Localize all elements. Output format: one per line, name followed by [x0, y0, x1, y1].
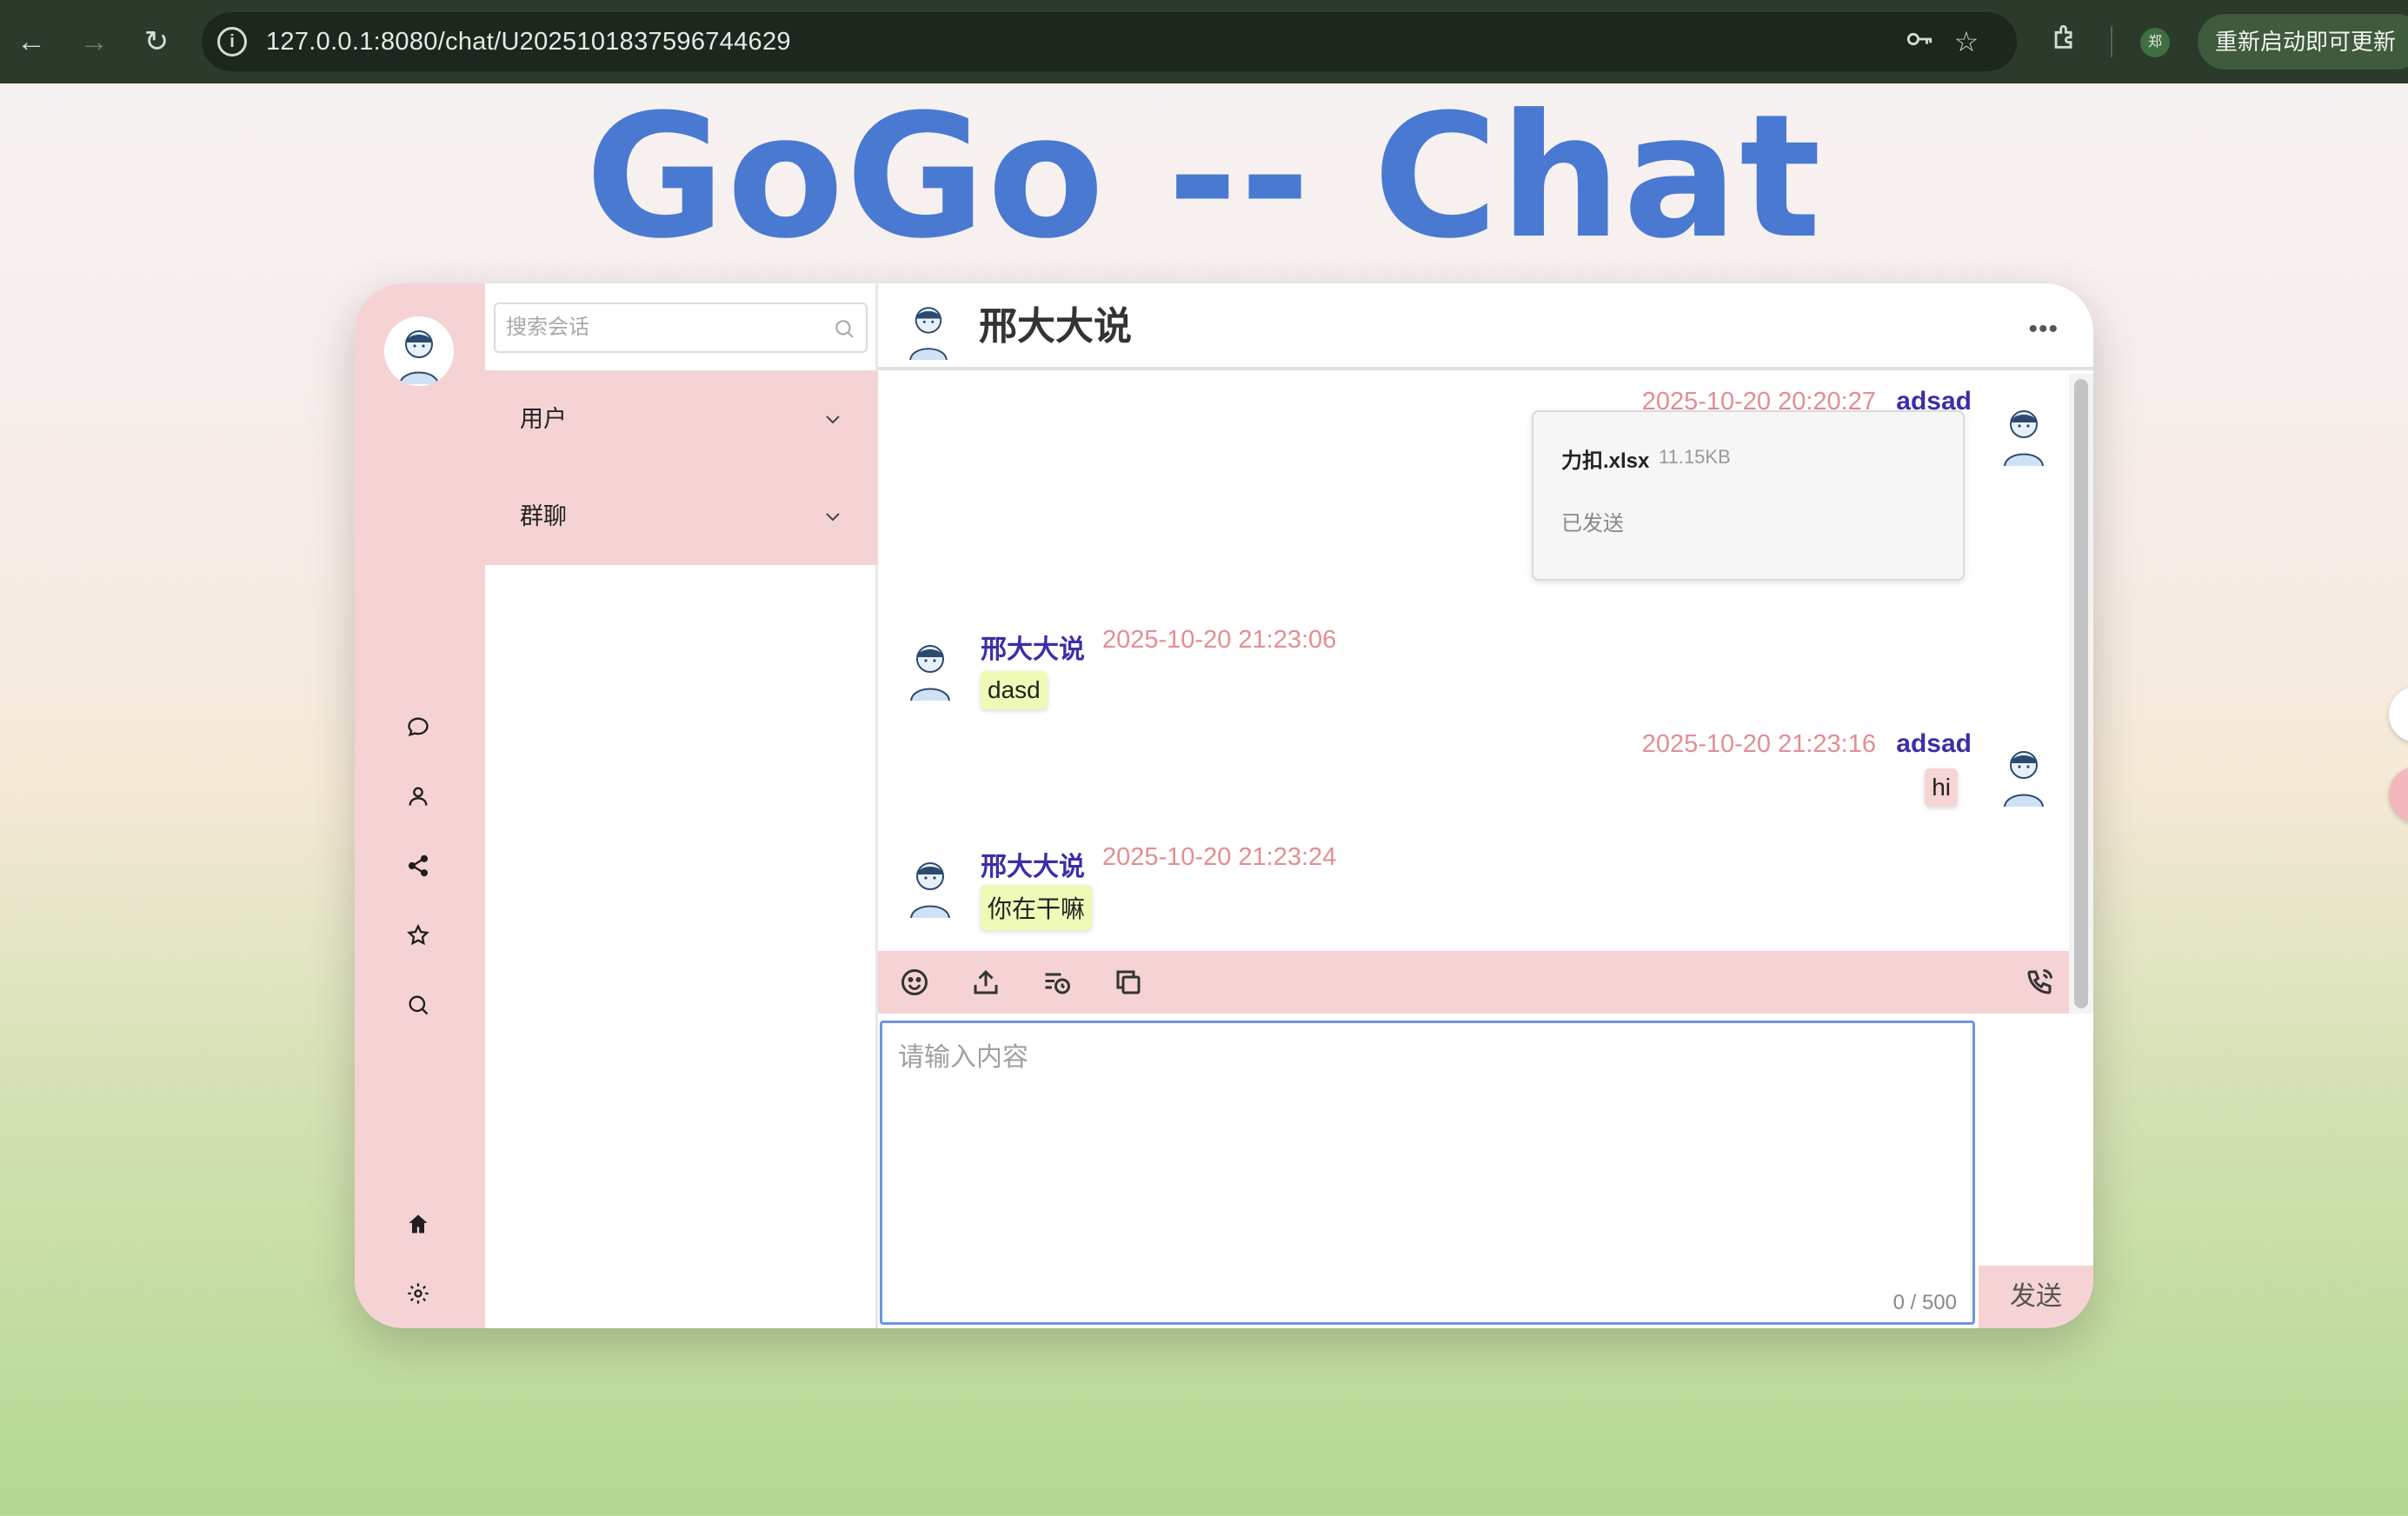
user-icon[interactable]	[401, 779, 436, 814]
star-icon[interactable]: ☆	[1949, 24, 1984, 59]
browser-toolbar: ← → ↻ i 127.0.0.1:8080/chat/U20251018375…	[0, 0, 2408, 83]
history-icon[interactable]	[1041, 967, 1073, 998]
search-input[interactable]	[496, 304, 808, 351]
emoji-icon[interactable]	[899, 967, 930, 998]
sender-name: 邢大大说	[981, 853, 1085, 881]
chat-panel: 邢大大说 ••• 2025-10-20 20:20:27 adsad 力扣.xl…	[878, 283, 2093, 1328]
message-incoming: 邢大大说 2025-10-20 21:23:06 dasd	[878, 626, 2069, 721]
info-icon[interactable]: i	[217, 27, 247, 57]
toolbar-divider	[2111, 26, 2112, 57]
char-counter: 0 / 500	[1892, 1291, 1957, 1314]
file-name: 力扣.xlsx	[1561, 449, 1650, 473]
message-bubble[interactable]: dasd	[981, 671, 1048, 709]
message-time: 2025-10-20 21:23:06	[1102, 626, 1337, 654]
group-users[interactable]: 用户	[485, 370, 878, 468]
chat-app: 用户 群聊 邢大大说 ••• 2025-10-20	[355, 283, 2093, 1328]
user-avatar[interactable]	[384, 316, 454, 386]
upload-icon[interactable]	[970, 967, 1001, 998]
message-time: 2025-10-20 21:23:24	[1102, 843, 1337, 871]
home-icon[interactable]	[401, 1207, 436, 1241]
floating-side-tab[interactable]	[2389, 767, 2408, 822]
search-icon[interactable]	[833, 317, 855, 340]
floating-side-tab[interactable]	[2389, 687, 2408, 742]
gear-icon[interactable]	[401, 1276, 436, 1311]
group-label: 用户	[520, 406, 567, 432]
update-button[interactable]: 重新启动即可更新	[2198, 14, 2408, 70]
message-bubble[interactable]: hi	[1925, 768, 1958, 807]
conversation-groups: 用户 群聊	[485, 370, 878, 565]
message-input-area[interactable]: 0 / 500	[880, 1021, 1975, 1325]
conversation-search[interactable]	[494, 303, 868, 353]
back-icon[interactable]: ←	[10, 21, 52, 63]
chevron-down-icon	[826, 416, 840, 424]
file-status: 已发送	[1561, 512, 1624, 535]
message-outgoing: 2025-10-20 20:20:27 adsad 力扣.xlsx 11.15K…	[878, 374, 2069, 600]
more-icon[interactable]: •••	[2028, 315, 2059, 344]
conversation-panel: 用户 群聊	[485, 283, 878, 1328]
forward-icon[interactable]: →	[73, 21, 115, 63]
call-icon[interactable]	[2024, 967, 2055, 998]
message-outgoing: 2025-10-20 21:23:16 adsad hi	[878, 729, 2069, 826]
reload-icon[interactable]: ↻	[136, 21, 177, 63]
chat-title: 邢大大说	[979, 305, 1132, 348]
file-size: 11.15KB	[1659, 446, 1731, 468]
extensions-icon[interactable]	[2045, 23, 2085, 63]
sender-avatar[interactable]	[895, 848, 965, 918]
message-bubble[interactable]: 你在干嘛	[981, 885, 1093, 930]
star-icon[interactable]	[401, 918, 436, 953]
sender-name: adsad	[1896, 729, 1972, 758]
scrollbar-thumb[interactable]	[2074, 379, 2088, 1008]
search-icon[interactable]	[401, 987, 436, 1022]
message-toolbar	[878, 951, 2069, 1014]
send-button[interactable]: 发送	[1979, 1266, 2093, 1328]
sender-avatar[interactable]	[1989, 737, 2059, 807]
file-attachment[interactable]: 力扣.xlsx 11.15KB 已发送	[1532, 410, 1965, 581]
message-input[interactable]	[882, 1023, 1972, 1322]
address-bar[interactable]: i 127.0.0.1:8080/chat/U20251018375967446…	[202, 12, 2017, 71]
key-icon[interactable]	[1902, 24, 1937, 59]
sender-avatar[interactable]	[895, 631, 965, 701]
group-chats[interactable]: 群聊	[485, 468, 878, 565]
url-text[interactable]: 127.0.0.1:8080/chat/U2025101837596744629	[266, 12, 791, 71]
sender-avatar[interactable]	[1989, 396, 2059, 466]
share-icon[interactable]	[401, 848, 436, 883]
message-time: 2025-10-20 21:23:16	[1641, 730, 1876, 758]
copy-icon[interactable]	[1113, 967, 1144, 998]
chat-bubble-icon[interactable]	[401, 709, 436, 744]
chevron-down-icon	[826, 513, 840, 522]
sender-name: 邢大大说	[981, 635, 1085, 664]
profile-avatar[interactable]: 郑	[2140, 28, 2170, 57]
page-title: GoGo -- Chat	[585, 78, 1823, 276]
sidebar-rail	[355, 283, 485, 1328]
chat-header: 邢大大说 •••	[878, 283, 2093, 370]
message-incoming: 邢大大说 2025-10-20 21:23:24 你在干嘛	[878, 843, 2069, 939]
contact-avatar[interactable]	[895, 294, 961, 360]
message-list: 2025-10-20 20:20:27 adsad 力扣.xlsx 11.15K…	[878, 374, 2069, 948]
group-label: 群聊	[520, 503, 567, 529]
